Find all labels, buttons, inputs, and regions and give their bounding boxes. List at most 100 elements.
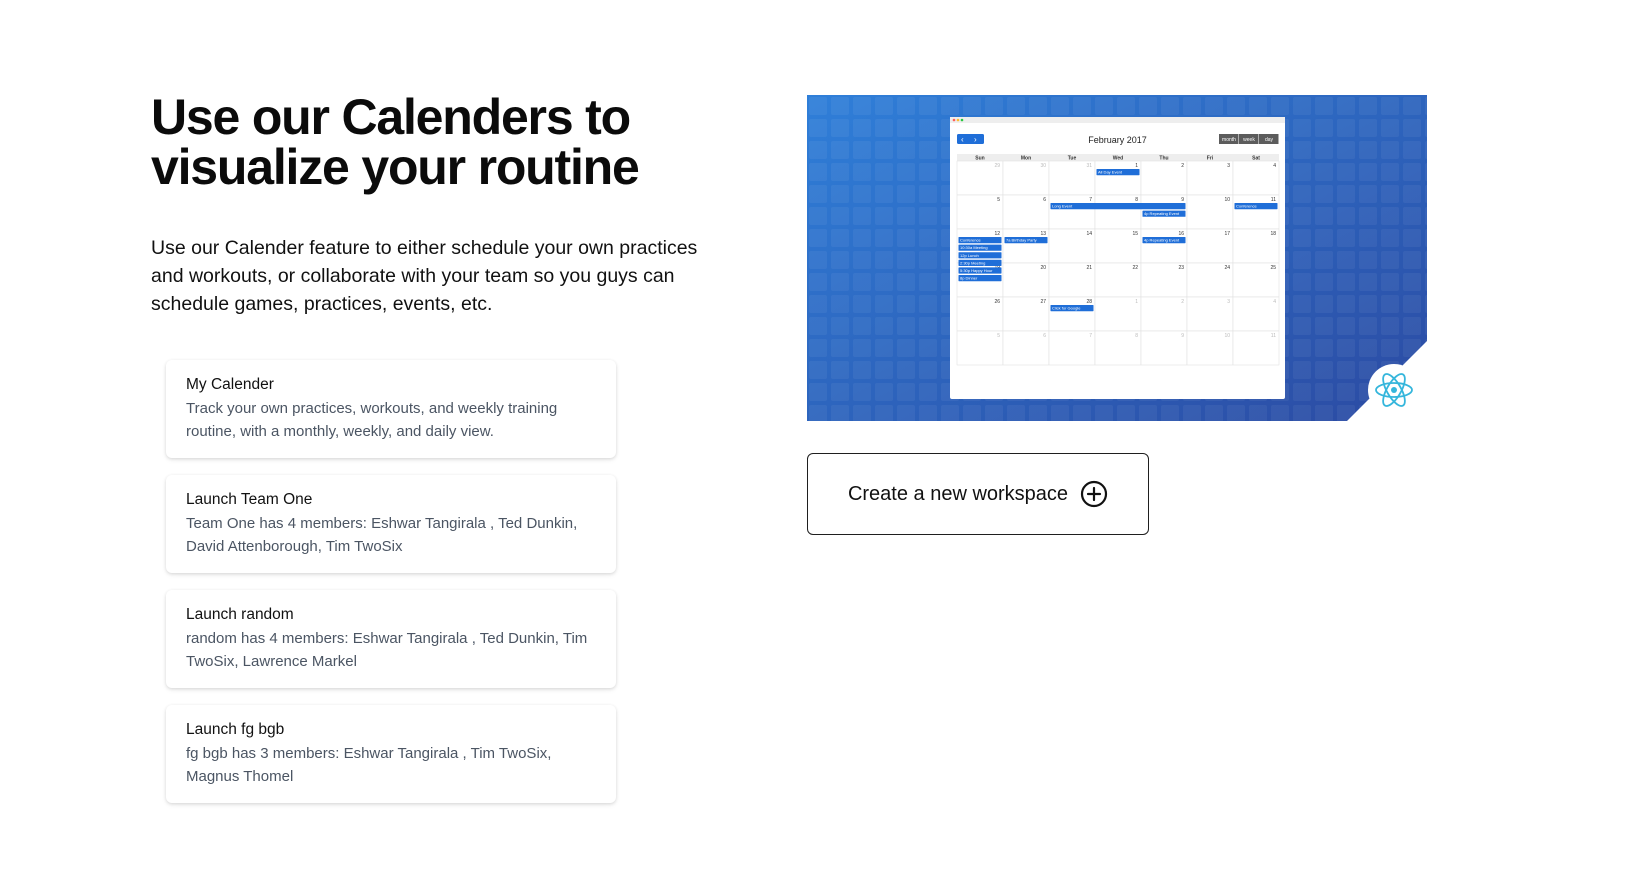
day-number: 5: [997, 197, 1000, 203]
calendar-card-team-one[interactable]: Launch Team One Team One has 4 members: …: [166, 475, 616, 573]
day-number: 8: [1135, 333, 1138, 339]
day-number: 4: [1273, 163, 1276, 169]
day-number: 6: [1043, 197, 1046, 203]
weekday-label: Thu: [1159, 156, 1168, 162]
window-titlebar: [950, 117, 1285, 123]
day-number: 9: [1181, 333, 1184, 339]
day-number: 20: [1040, 265, 1046, 271]
view-button-label: month: [1222, 137, 1236, 143]
view-button-label: day: [1265, 137, 1274, 143]
calendar-card-fg-bgb[interactable]: Launch fg bgb fg bgb has 3 members: Eshw…: [166, 705, 616, 803]
day-number: 6: [1043, 333, 1046, 339]
feature-intro: Use our Calenders to visualize your rout…: [151, 92, 771, 318]
day-number: 30: [1040, 163, 1046, 169]
calendar-event-label: 10:30a Meeting: [960, 245, 988, 250]
calendar-event-label: 8p Dinner: [960, 276, 978, 281]
card-description: Track your own practices, workouts, and …: [186, 400, 558, 440]
day-cell: [1048, 330, 1096, 366]
day-cell: [1048, 194, 1096, 230]
calendar-event-label: All Day Event: [1098, 170, 1123, 175]
weekday-label: Sun: [975, 156, 984, 162]
day-number: 25: [1270, 265, 1276, 271]
day-number: 18: [1270, 231, 1276, 237]
day-number: 28: [1086, 299, 1092, 305]
day-number: 7: [1089, 333, 1092, 339]
day-number: 9: [1181, 197, 1184, 203]
calendar-event-label: 2:30p Meeting: [960, 260, 985, 265]
day-cell: [1094, 296, 1142, 332]
calendar-event-label: Long Event: [1052, 204, 1073, 209]
day-number: 27: [1040, 299, 1046, 305]
calendar-month-title: February 2017: [1088, 135, 1147, 145]
calendar-event-label: 7a Birthday Party: [1006, 238, 1037, 243]
calendar-event-label: 12p Lunch: [960, 253, 979, 258]
calendar-event-label: 4p Repeating Event: [1144, 211, 1180, 216]
day-cell: [1094, 160, 1142, 196]
day-cell: [1094, 330, 1142, 366]
react-logo-icon: [1368, 364, 1420, 416]
day-number: 2: [1181, 163, 1184, 169]
calendar-event-label: Conference: [1236, 204, 1257, 209]
weekday-label: Sat: [1252, 156, 1260, 162]
card-description: Team One has 4 members: Eshwar Tangirala…: [186, 515, 578, 555]
intro-paragraph: Use our Calender feature to either sched…: [151, 237, 698, 315]
calendar-preview-illustration: ‹ › February 2017 month week day Sun Mon Tue Wed T…: [807, 95, 1427, 421]
day-number: 24: [1224, 265, 1230, 271]
prev-arrow-icon: ‹: [961, 135, 964, 144]
day-number: 31: [1086, 163, 1092, 169]
page-title-line-2: visualize your routine: [151, 139, 640, 195]
day-cell: [1094, 194, 1142, 230]
create-workspace-label: Create a new workspace: [847, 482, 1069, 505]
day-cell: [1186, 296, 1234, 332]
day-number: 14: [1086, 231, 1092, 237]
day-number: 29: [994, 163, 1000, 169]
calendar-list: My Calender Track your own practices, wo…: [166, 360, 616, 820]
card-description: fg bgb has 3 members: Eshwar Tangirala ,…: [186, 745, 552, 785]
day-number: 26: [994, 299, 1000, 305]
day-number: 2: [1181, 299, 1184, 305]
day-cell: [1140, 330, 1188, 366]
day-number: 11: [1271, 333, 1276, 339]
calendar-card-random[interactable]: Launch random random has 4 members: Eshw…: [166, 590, 616, 688]
day-number: 16: [1178, 231, 1184, 237]
card-title: Launch random: [186, 606, 294, 623]
day-number: 15: [1132, 231, 1138, 237]
window-dot: [960, 118, 964, 122]
window-dot: [956, 118, 960, 122]
day-number: 7: [1089, 197, 1092, 203]
day-cell: [1140, 160, 1188, 196]
calendar-event-label: 4p Repeating Event: [1144, 238, 1180, 243]
window-dot: [952, 118, 956, 122]
day-number: 1: [1135, 299, 1138, 305]
day-cell: [1002, 194, 1050, 230]
day-number: 1: [1135, 163, 1138, 169]
calendar-preview-image: ‹ › February 2017 month week day Sun Mon Tue Wed T…: [807, 95, 1427, 421]
page-title-line-1: Use our Calenders to: [151, 89, 631, 145]
card-title: Launch fg bgb: [186, 721, 285, 738]
weekday-label: Tue: [1068, 156, 1077, 162]
day-number: 21: [1086, 265, 1092, 271]
card-title: My Calender: [186, 376, 274, 393]
day-number: 3: [1227, 299, 1230, 305]
next-arrow-icon: ›: [974, 135, 977, 144]
calendar-event-label: Click for Google: [1052, 306, 1081, 311]
day-number: 23: [1178, 265, 1184, 271]
create-workspace-button[interactable]: Create a new workspace: [807, 453, 1149, 535]
day-number: 12: [994, 231, 1000, 237]
day-cell: [1140, 296, 1188, 332]
calendar-window: ‹ › February 2017 month week day Sun Mon Tue Wed T…: [950, 117, 1285, 399]
calendar-card-my-calender[interactable]: My Calender Track your own practices, wo…: [166, 360, 616, 458]
plus-circle-icon: [1080, 480, 1108, 508]
weekday-label: Mon: [1021, 156, 1031, 162]
calendar-event-label: 5:30p Happy Hour: [960, 268, 993, 273]
day-number: 10: [1224, 333, 1230, 339]
page-title: Use our Calenders to visualize your rout…: [151, 92, 771, 192]
view-button-label: week: [1243, 137, 1255, 143]
day-cell: [1232, 296, 1280, 332]
day-cell: [956, 330, 1004, 366]
weekday-label: Fri: [1207, 156, 1214, 162]
day-number: 17: [1224, 231, 1230, 237]
day-number: 8: [1135, 197, 1138, 203]
day-number: 13: [1040, 231, 1046, 237]
card-description: random has 4 members: Eshwar Tangirala ,…: [186, 630, 588, 670]
